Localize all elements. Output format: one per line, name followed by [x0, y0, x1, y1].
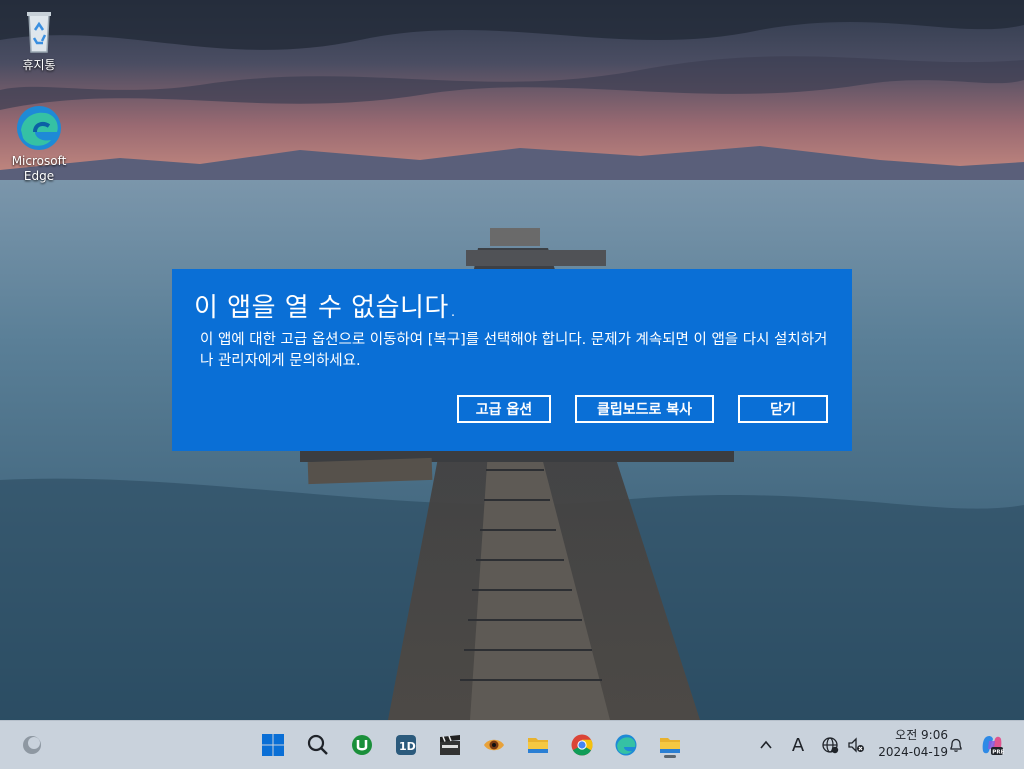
app-error-dialog: 이 앱을 열 수 없습니다. 이 앱에 대한 고급 옵션으로 이동하여 [복구]…: [172, 269, 852, 451]
file-explorer-icon[interactable]: [522, 729, 554, 761]
desktop-icon-microsoft-edge[interactable]: Microsoft Edge: [7, 104, 71, 184]
desktop-icon-label: 휴지통: [22, 58, 56, 72]
edge-icon[interactable]: [610, 729, 642, 761]
eye-app-icon[interactable]: [478, 729, 510, 761]
show-hidden-icons-chevron-up-icon[interactable]: [754, 733, 778, 757]
taskbar: 1D A 오전 9:06 2024-04-19 PRE: [0, 720, 1024, 769]
taskbar-clock[interactable]: 오전 9:06 2024-04-19: [872, 727, 948, 761]
network-globe-icon[interactable]: [818, 733, 842, 757]
video-editor-icon[interactable]: [434, 729, 466, 761]
close-button[interactable]: 닫기: [738, 395, 828, 423]
widgets-icon[interactable]: [16, 729, 48, 761]
desktop-icon-label: Microsoft Edge: [11, 154, 67, 183]
dialog-title: 이 앱을 열 수 없습니다.: [194, 293, 458, 323]
notification-bell-icon[interactable]: [944, 733, 968, 757]
svg-text:1D: 1D: [399, 740, 416, 753]
clock-date: 2024-04-19: [878, 745, 948, 759]
clock-time: 오전 9:06: [895, 728, 948, 742]
edge-icon: [15, 104, 63, 152]
volume-muted-icon[interactable]: [844, 733, 868, 757]
advanced-options-button[interactable]: 고급 옵션: [457, 395, 551, 423]
svg-text:PRE: PRE: [992, 750, 1004, 756]
search-icon[interactable]: [302, 729, 334, 761]
file-explorer-active-icon[interactable]: [654, 729, 686, 761]
recycle-bin-icon: [15, 8, 63, 56]
utorrent-icon[interactable]: [346, 729, 378, 761]
chrome-icon[interactable]: [566, 729, 598, 761]
start-icon[interactable]: [257, 729, 289, 761]
copilot-icon[interactable]: PRE: [980, 733, 1004, 757]
app-1d-icon[interactable]: 1D: [390, 729, 422, 761]
copy-to-clipboard-button[interactable]: 클립보드로 복사: [575, 395, 714, 423]
dialog-message: 이 앱에 대한 고급 옵션으로 이동하여 [복구]를 선택해야 합니다. 문제가…: [200, 332, 828, 369]
input-indicator[interactable]: A: [786, 733, 810, 757]
desktop-icon-recycle-bin[interactable]: 휴지통: [7, 8, 71, 73]
active-app-indicator: [664, 755, 676, 758]
